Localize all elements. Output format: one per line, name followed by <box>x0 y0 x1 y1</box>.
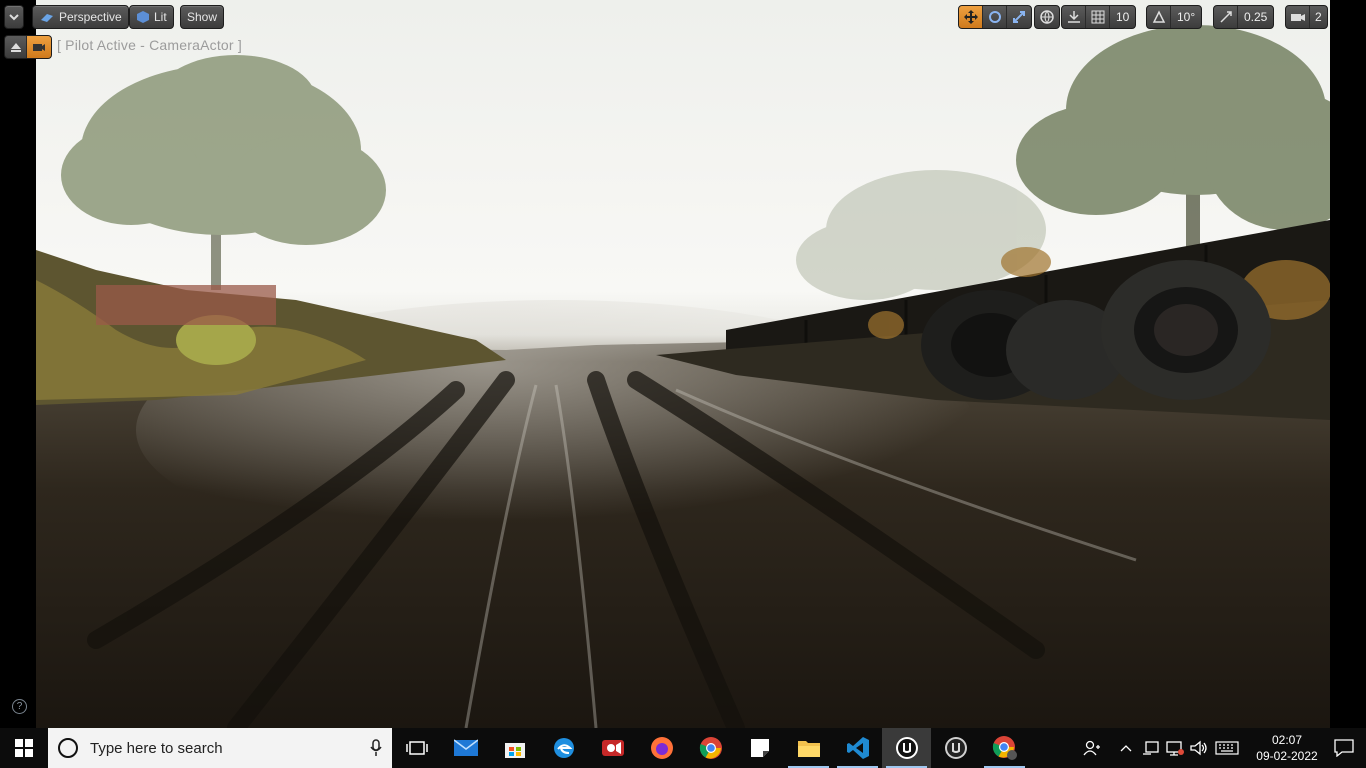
scale-snap-icon <box>1219 11 1232 23</box>
clock-time: 02:07 <box>1271 733 1303 747</box>
eject-icon <box>10 43 21 52</box>
chrome-app[interactable] <box>686 728 735 768</box>
screen-recorder-icon <box>601 740 624 756</box>
transform-mode-group <box>958 5 1032 29</box>
file-explorer-app[interactable] <box>784 728 833 768</box>
display-warning-icon <box>1166 741 1184 756</box>
windows-taskbar: Type here to search 02:07 09-02-2022 <box>0 728 1366 768</box>
sticky-notes-app[interactable] <box>735 728 784 768</box>
cortana-icon <box>58 738 78 758</box>
angle-icon <box>1152 10 1165 23</box>
rotation-snap-toggle[interactable] <box>1147 6 1171 28</box>
camera-speed-icon <box>1290 14 1305 21</box>
globe-icon <box>1040 10 1054 24</box>
camera-actor-icon <box>33 44 45 51</box>
mail-app[interactable] <box>441 728 490 768</box>
camera-speed-button[interactable] <box>1286 6 1310 28</box>
unreal-editor-icon <box>895 737 918 759</box>
camera-lock-button[interactable] <box>27 36 51 58</box>
scale-mode-button[interactable] <box>1007 6 1031 28</box>
lit-button[interactable]: Lit <box>129 5 174 29</box>
perspective-cube-icon <box>41 14 53 22</box>
scale-snap-group: 0.25 <box>1213 5 1275 29</box>
show-label: Show <box>187 10 218 24</box>
rotate-mode-button[interactable] <box>983 6 1007 28</box>
surface-snap-button[interactable] <box>1062 6 1086 28</box>
start-button[interactable] <box>0 728 48 768</box>
translate-mode-button[interactable] <box>959 6 983 28</box>
windows-logo-icon <box>15 739 33 757</box>
scale-icon <box>1013 11 1025 23</box>
grid-snap-toggle[interactable] <box>1086 6 1110 28</box>
firefox-icon <box>650 737 673 759</box>
vscode-icon <box>846 737 869 759</box>
viewport-menu-button[interactable] <box>4 5 24 29</box>
coordinate-system-group <box>1034 5 1060 29</box>
chrome-profile-icon <box>992 736 1017 760</box>
perspective-button[interactable]: Perspective <box>32 5 129 29</box>
store-icon <box>504 743 525 758</box>
search-placeholder: Type here to search <box>90 739 223 757</box>
sticky-notes-icon <box>750 739 769 757</box>
people-button[interactable] <box>1078 728 1106 768</box>
translate-arrows-icon <box>963 10 978 24</box>
screen: Perspective Lit Show [ Pilot Active - Ca… <box>0 0 1366 768</box>
pilot-controls <box>4 35 52 59</box>
chrome-profile-app[interactable] <box>980 728 1029 768</box>
action-center-button[interactable] <box>1322 728 1366 768</box>
grid-snap-group: 10 <box>1061 5 1137 29</box>
network-tray-icon-wrap[interactable] <box>1140 728 1162 768</box>
grid-snap-value[interactable]: 10 <box>1110 6 1135 28</box>
touch-keyboard-button[interactable] <box>1212 728 1242 768</box>
scene-render[interactable] <box>36 0 1330 728</box>
vscode-app[interactable] <box>833 728 882 768</box>
world-coordinate-button[interactable] <box>1035 6 1059 28</box>
lit-label: Lit <box>154 10 167 24</box>
people-icon <box>1083 740 1100 756</box>
clock-date: 09-02-2022 <box>1256 749 1318 763</box>
edge-app[interactable] <box>539 728 588 768</box>
mail-icon <box>453 739 478 756</box>
scene-illustration <box>36 25 1330 728</box>
chevron-down-icon <box>9 14 19 21</box>
system-tray-warning[interactable] <box>1164 728 1186 768</box>
perspective-label: Perspective <box>59 10 122 24</box>
grid-icon <box>1091 10 1104 24</box>
show-button[interactable]: Show <box>180 5 225 29</box>
task-view-icon <box>405 741 428 755</box>
store-app[interactable] <box>490 728 539 768</box>
chrome-icon <box>699 737 722 759</box>
camera-speed-group: 2 <box>1285 5 1328 29</box>
taskbar-clock[interactable]: 02:07 09-02-2022 <box>1252 728 1322 768</box>
chevron-up-icon <box>1120 745 1132 752</box>
rotation-snap-value[interactable]: 10° <box>1171 6 1201 28</box>
keyboard-icon <box>1215 741 1239 755</box>
unreal-editor-app[interactable] <box>882 728 931 768</box>
help-icon[interactable]: ? <box>12 699 27 714</box>
eject-pilot-button[interactable] <box>5 36 27 58</box>
show-hidden-icons-button[interactable] <box>1116 728 1136 768</box>
lit-sphere-icon <box>137 11 149 23</box>
unreal-launcher-app[interactable] <box>931 728 980 768</box>
edge-icon <box>553 738 574 758</box>
volume-tray[interactable] <box>1188 728 1210 768</box>
rotate-icon <box>988 11 1001 23</box>
file-explorer-icon <box>797 741 820 757</box>
level-viewport[interactable]: Perspective Lit Show [ Pilot Active - Ca… <box>0 0 1366 728</box>
screen-recorder-app[interactable] <box>588 728 637 768</box>
scale-snap-toggle[interactable] <box>1214 6 1238 28</box>
pilot-active-label: [ Pilot Active - CameraActor ] <box>57 37 242 53</box>
firefox-app[interactable] <box>637 728 686 768</box>
scale-snap-value[interactable]: 0.25 <box>1238 6 1273 28</box>
surface-snap-icon <box>1067 11 1080 23</box>
taskbar-search-box[interactable]: Type here to search <box>48 728 392 768</box>
task-view-button[interactable] <box>392 728 441 768</box>
microphone-icon[interactable] <box>370 739 382 757</box>
notification-icon <box>1334 739 1354 757</box>
volume-icon <box>1190 740 1207 756</box>
camera-speed-value[interactable]: 2 <box>1310 6 1327 28</box>
unreal-launcher-icon <box>944 737 967 759</box>
rotation-snap-group: 10° <box>1146 5 1203 29</box>
network-icon <box>1143 741 1159 755</box>
